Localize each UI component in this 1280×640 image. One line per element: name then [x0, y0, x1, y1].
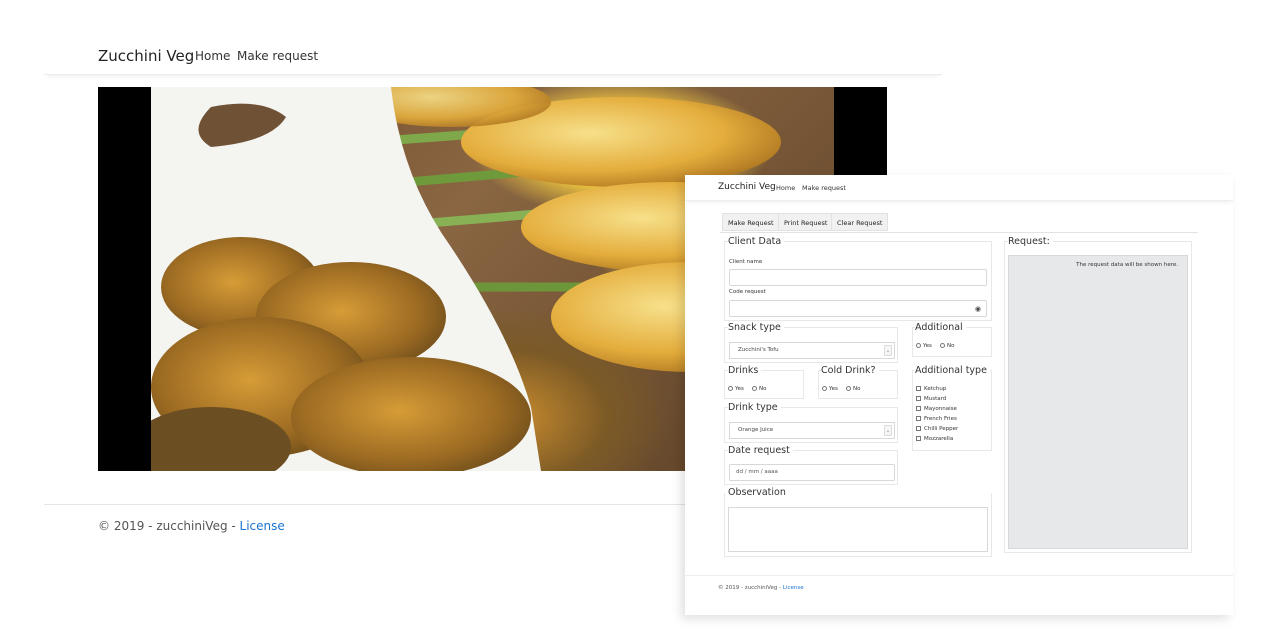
checkbox-icon: [916, 416, 921, 421]
drink-type-selected: Orange Juice: [738, 427, 774, 433]
make-request-window: Zucchini Veg Home Make request Make Requ…: [685, 175, 1233, 615]
make-request-button[interactable]: Make Request: [722, 213, 780, 231]
snack-type-legend: Snack type: [728, 322, 784, 333]
cold-drink-fieldset: Cold Drink? Yes No: [818, 365, 898, 399]
date-placeholder: dd / mm / aaaa: [736, 469, 778, 475]
mozzarella-checkbox[interactable]: Mozzarella: [916, 436, 953, 442]
date-request-fieldset: Date request dd / mm / aaaa: [724, 445, 898, 485]
cold-drink-yes-radio[interactable]: Yes: [822, 386, 838, 392]
chevron-down-icon: ⌄: [884, 345, 892, 356]
drinks-no-radio[interactable]: No: [752, 386, 766, 392]
cold-drink-no-radio[interactable]: No: [846, 386, 860, 392]
request-legend: Request:: [1008, 236, 1053, 247]
license-link[interactable]: License: [783, 585, 804, 591]
additional-fieldset: Additional Yes No: [912, 322, 992, 357]
license-link[interactable]: License: [240, 519, 285, 533]
mayonnaise-label: Mayonnaise: [924, 406, 957, 412]
additional-yes-label: Yes: [923, 343, 932, 349]
mayonnaise-checkbox[interactable]: Mayonnaise: [916, 406, 957, 412]
ketchup-checkbox[interactable]: Ketchup: [916, 386, 946, 392]
nav-make-request-link[interactable]: Make request: [802, 184, 846, 192]
ketchup-label: Ketchup: [924, 386, 947, 392]
snack-type-select[interactable]: Zucchini's Tofu ⌄: [729, 342, 895, 359]
print-request-button[interactable]: Print Request: [778, 213, 834, 231]
drinks-yes-radio[interactable]: Yes: [728, 386, 744, 392]
client-name-label: Client name: [729, 259, 763, 265]
radio-circle-icon: [728, 386, 733, 391]
request-toolbar: Make Request Print Request Clear Request: [720, 211, 1198, 233]
radio-circle-icon: [940, 343, 945, 348]
checkbox-icon: [916, 406, 921, 411]
code-request-input[interactable]: ◉: [729, 300, 987, 317]
page-footer: © 2019 - zucchiniVeg - License: [98, 519, 285, 533]
additional-yes-radio[interactable]: Yes: [916, 343, 932, 349]
client-data-fieldset: Client Data Client name Code request ◉: [724, 236, 992, 321]
additional-legend: Additional: [915, 322, 966, 333]
nav-make-request-link[interactable]: Make request: [237, 49, 318, 63]
checkbox-icon: [916, 386, 921, 391]
drinks-fieldset: Drinks Yes No: [724, 365, 804, 399]
code-request-label: Code request: [729, 289, 766, 295]
drinks-yes-label: Yes: [735, 386, 744, 392]
drinks-legend: Drinks: [728, 365, 762, 376]
nav-home-link[interactable]: Home: [776, 184, 795, 192]
radio-circle-icon: [846, 386, 851, 391]
footer-copyright: © 2019 - zucchiniVeg -: [718, 585, 783, 591]
radio-circle-icon: [752, 386, 757, 391]
observation-legend: Observation: [728, 487, 789, 498]
mustard-checkbox[interactable]: Mustard: [916, 396, 946, 402]
chilli-pepper-checkbox[interactable]: Chilli Pepper: [916, 426, 958, 432]
french-fries-label: French Fries: [924, 416, 957, 422]
mozzarella-label: Mozzarella: [924, 436, 954, 442]
drink-type-legend: Drink type: [728, 402, 781, 413]
date-request-input[interactable]: dd / mm / aaaa: [729, 464, 895, 481]
snack-type-fieldset: Snack type Zucchini's Tofu ⌄: [724, 322, 898, 363]
additional-type-legend: Additional type: [915, 365, 990, 376]
checkbox-icon: [916, 426, 921, 431]
additional-no-label: No: [947, 343, 955, 349]
radio-circle-icon: [916, 343, 921, 348]
observation-textarea[interactable]: [728, 507, 988, 552]
brand-link[interactable]: Zucchini Veg: [718, 182, 776, 192]
request-output-area: The request data will be shown here.: [1008, 255, 1188, 549]
additional-type-fieldset: Additional type Ketchup Mustard Mayonnai…: [912, 365, 992, 451]
top-navbar: Zucchini Veg Home Make request: [44, 40, 942, 75]
checkbox-icon: [916, 396, 921, 401]
drink-type-select[interactable]: Orange Juice ⌄: [729, 422, 895, 439]
drink-type-fieldset: Drink type Orange Juice ⌄: [724, 402, 898, 443]
radio-circle-icon: [822, 386, 827, 391]
client-name-input[interactable]: [729, 269, 987, 286]
cold-drink-no-label: No: [853, 386, 861, 392]
cold-drink-yes-label: Yes: [829, 386, 838, 392]
page-footer: © 2019 - zucchiniVeg - License: [718, 585, 804, 591]
date-request-legend: Date request: [728, 445, 793, 456]
top-navbar: Zucchini Veg Home Make request: [685, 175, 1233, 201]
snack-type-selected: Zucchini's Tofu: [738, 347, 779, 353]
clear-request-button[interactable]: Clear Request: [831, 213, 889, 231]
footer-copyright: © 2019 - zucchiniVeg -: [98, 519, 240, 533]
additional-no-radio[interactable]: No: [940, 343, 954, 349]
client-data-legend: Client Data: [728, 236, 785, 247]
drinks-no-label: No: [759, 386, 767, 392]
request-placeholder-text: The request data will be shown here.: [1076, 262, 1178, 268]
footer-divider: [685, 575, 1233, 576]
nav-home-link[interactable]: Home: [195, 49, 230, 63]
chevron-down-icon: ⌄: [884, 425, 892, 436]
brand-link[interactable]: Zucchini Veg: [98, 47, 194, 65]
eye-icon[interactable]: ◉: [975, 305, 981, 313]
checkbox-icon: [916, 436, 921, 441]
mustard-label: Mustard: [924, 396, 947, 402]
french-fries-checkbox[interactable]: French Fries: [916, 416, 957, 422]
chilli-pepper-label: Chilli Pepper: [924, 426, 959, 432]
cold-drink-legend: Cold Drink?: [821, 365, 879, 376]
